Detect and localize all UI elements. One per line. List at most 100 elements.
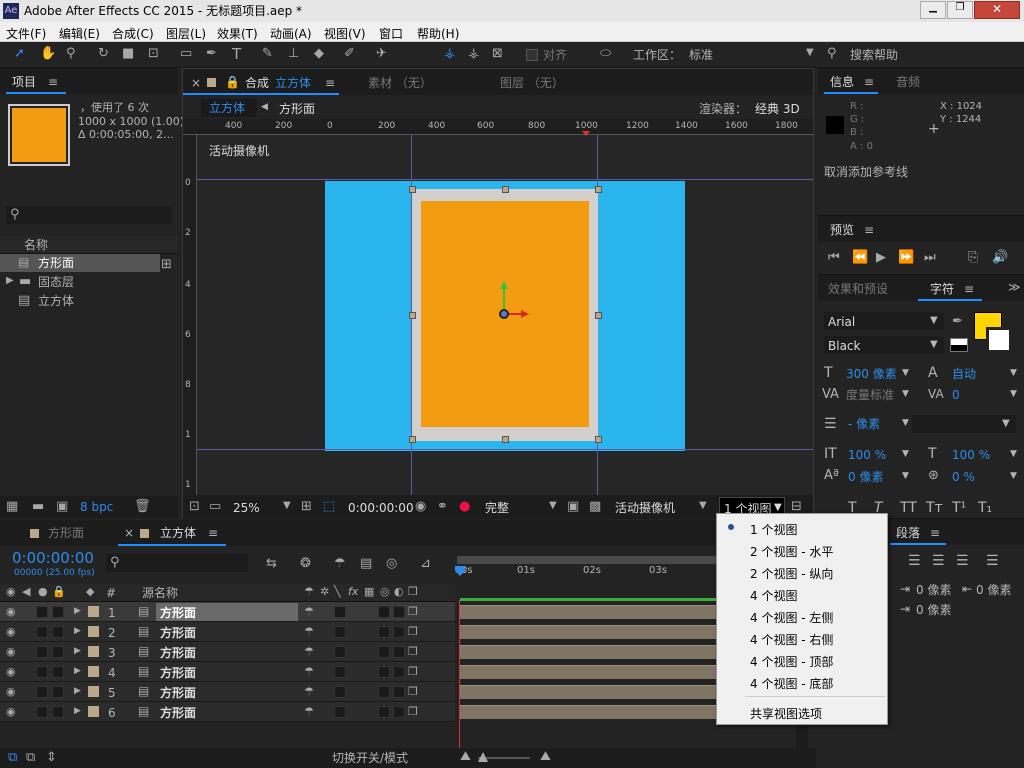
layer-duration-bar[interactable]	[460, 605, 716, 619]
quality-switch[interactable]	[334, 626, 346, 638]
project-search[interactable]: ⚲	[6, 206, 172, 224]
chevron-down-icon[interactable]: ▼	[902, 472, 909, 481]
local-axis-icon[interactable]: ⚶	[444, 46, 455, 61]
always-preview-icon[interactable]: ⊡	[189, 499, 200, 514]
mask-visibility-icon[interactable]: ⬚	[323, 499, 335, 514]
eye-icon[interactable]: ◉	[6, 625, 16, 638]
quality-switch[interactable]	[334, 666, 346, 678]
breadcrumb-active[interactable]: 立方体	[201, 99, 257, 117]
3d-cube-icon[interactable]: ❒	[408, 625, 418, 638]
eye-icon[interactable]: ◉	[6, 605, 16, 618]
audio-toggle[interactable]	[36, 606, 48, 618]
shy-switch-icon[interactable]: ☂	[304, 625, 314, 638]
label-color[interactable]	[88, 706, 99, 717]
menu-icon[interactable]: ≡	[964, 283, 974, 295]
draft-3d-icon[interactable]: ❂	[300, 556, 311, 571]
eye-icon[interactable]: ◉	[6, 585, 16, 598]
puppet-tool-icon[interactable]: ✈	[376, 46, 387, 61]
eraser-tool-icon[interactable]: ◆	[314, 46, 324, 61]
layer-duration-bar[interactable]	[460, 705, 716, 719]
vr-icon[interactable]: ⬭	[600, 46, 611, 61]
source-name-column[interactable]: 源名称	[142, 587, 178, 599]
expand-triangle-icon[interactable]: ▶	[74, 686, 81, 696]
small-caps-icon[interactable]: Tт	[926, 501, 943, 515]
in-out-icon[interactable]: ⇕	[46, 750, 57, 765]
preview-tab[interactable]: 预览	[830, 224, 854, 236]
expand-triangle-icon[interactable]: ▶	[6, 275, 14, 286]
camera-select[interactable]: 活动摄像机	[615, 502, 675, 514]
audio-icon[interactable]: ◀	[22, 585, 30, 598]
3d-cube-icon[interactable]: ❒	[408, 705, 418, 718]
label-color[interactable]	[88, 666, 99, 677]
indent-right-value[interactable]: 0 像素	[976, 584, 1011, 596]
solo-toggle[interactable]	[52, 606, 64, 618]
current-time[interactable]: 0:00:00:00	[348, 502, 414, 514]
safe-zones-icon[interactable]: ⊞	[301, 499, 312, 514]
motion-blur-switch[interactable]	[378, 706, 390, 718]
guide-line[interactable]	[197, 179, 813, 180]
loop-icon[interactable]: ⎘	[968, 250, 978, 265]
chevron-down-icon[interactable]: ▼	[283, 500, 291, 511]
3d-cube-icon[interactable]: ❒	[408, 665, 418, 678]
column-name[interactable]: 名称	[24, 239, 48, 251]
eye-icon[interactable]: ◉	[6, 645, 16, 658]
menu-item-4-views[interactable]: 4 个视图	[750, 587, 797, 604]
info-tab[interactable]: 信息	[830, 76, 854, 88]
stroke-style-select[interactable]: ▼	[912, 415, 1016, 433]
audio-toggle[interactable]	[36, 706, 48, 718]
solo-toggle[interactable]	[52, 706, 64, 718]
layer-name[interactable]: 方形面	[160, 647, 196, 659]
project-item[interactable]: ▤ 方形面	[0, 254, 160, 272]
new-comp-icon[interactable]: ▣	[56, 499, 68, 514]
motion-blur-switch[interactable]	[378, 606, 390, 618]
pan-behind-tool-icon[interactable]: ⊡	[148, 46, 159, 61]
layer-tab[interactable]: 图层 （无）	[500, 77, 564, 89]
adjustment-switch[interactable]	[393, 606, 405, 618]
next-frame-icon[interactable]: ⏩	[898, 250, 914, 265]
expand-triangle-icon[interactable]: ▶	[74, 666, 81, 676]
menu-item-4-views-bottom[interactable]: 4 个视图 - 底部	[750, 675, 833, 692]
layer-duration-bar[interactable]	[460, 665, 716, 679]
expand-triangle-icon[interactable]: ▶	[74, 706, 81, 716]
expand-triangle-icon[interactable]: ▶	[74, 626, 81, 636]
shy-switch-icon[interactable]: ☂	[304, 685, 314, 698]
adjustment-switch[interactable]	[393, 666, 405, 678]
superscript-icon[interactable]: T¹	[952, 501, 966, 515]
layer-row[interactable]: ◉ ▶ 1 ▤ 方形面 ☂ ❒	[0, 602, 455, 622]
menu-effect[interactable]: 效果(T)	[217, 25, 258, 42]
label-color[interactable]	[88, 626, 99, 637]
paragraph-tab[interactable]: 段落	[896, 527, 920, 539]
menu-icon[interactable]: ≡	[864, 224, 874, 236]
font-style-select[interactable]: Black ▼	[824, 336, 944, 354]
comp-tab-label[interactable]: 合成	[245, 77, 269, 89]
toggle-switches-modes[interactable]: 切换开关/模式	[332, 752, 408, 764]
frame-blending-icon[interactable]: ▤	[360, 556, 372, 571]
transform-handle[interactable]	[502, 436, 509, 443]
effects-switch-icon[interactable]: fx	[348, 586, 358, 597]
pen-tool-icon[interactable]: ✒	[206, 46, 217, 61]
layer-duration-bar[interactable]	[460, 645, 716, 659]
font-family-select[interactable]: Arial ▼	[824, 312, 944, 330]
motion-blur-switch[interactable]	[378, 686, 390, 698]
layer-duration-bar[interactable]	[460, 625, 716, 639]
3d-cube-icon[interactable]: ❒	[408, 605, 418, 618]
world-axis-icon[interactable]: ⚶	[468, 46, 479, 61]
flowchart-icon[interactable]: ⊞	[161, 257, 172, 272]
brush-tool-icon[interactable]: ✎	[262, 46, 273, 61]
menu-animation[interactable]: 动画(A)	[270, 25, 312, 42]
justify-icon[interactable]: ☰	[986, 554, 999, 568]
quality-switch[interactable]	[334, 646, 346, 658]
menu-icon[interactable]: ≡	[864, 76, 874, 88]
audio-toggle[interactable]	[36, 646, 48, 658]
chevron-down-icon[interactable]: ▼	[1010, 450, 1017, 459]
quality-switch[interactable]	[334, 706, 346, 718]
transform-handle[interactable]	[409, 312, 416, 319]
kerning-value[interactable]: 度量标准	[846, 389, 894, 401]
collapse-switch-icon[interactable]: ✲	[320, 585, 329, 598]
anchor-point-icon[interactable]	[499, 309, 509, 319]
text-tool-icon[interactable]: T	[232, 45, 241, 63]
menu-icon[interactable]: ≡	[930, 527, 940, 539]
chevron-down-icon[interactable]: ▼	[902, 450, 909, 459]
chevron-down-icon[interactable]: ▼	[1010, 472, 1017, 481]
rotate-tool-icon[interactable]: ↻	[98, 46, 109, 61]
